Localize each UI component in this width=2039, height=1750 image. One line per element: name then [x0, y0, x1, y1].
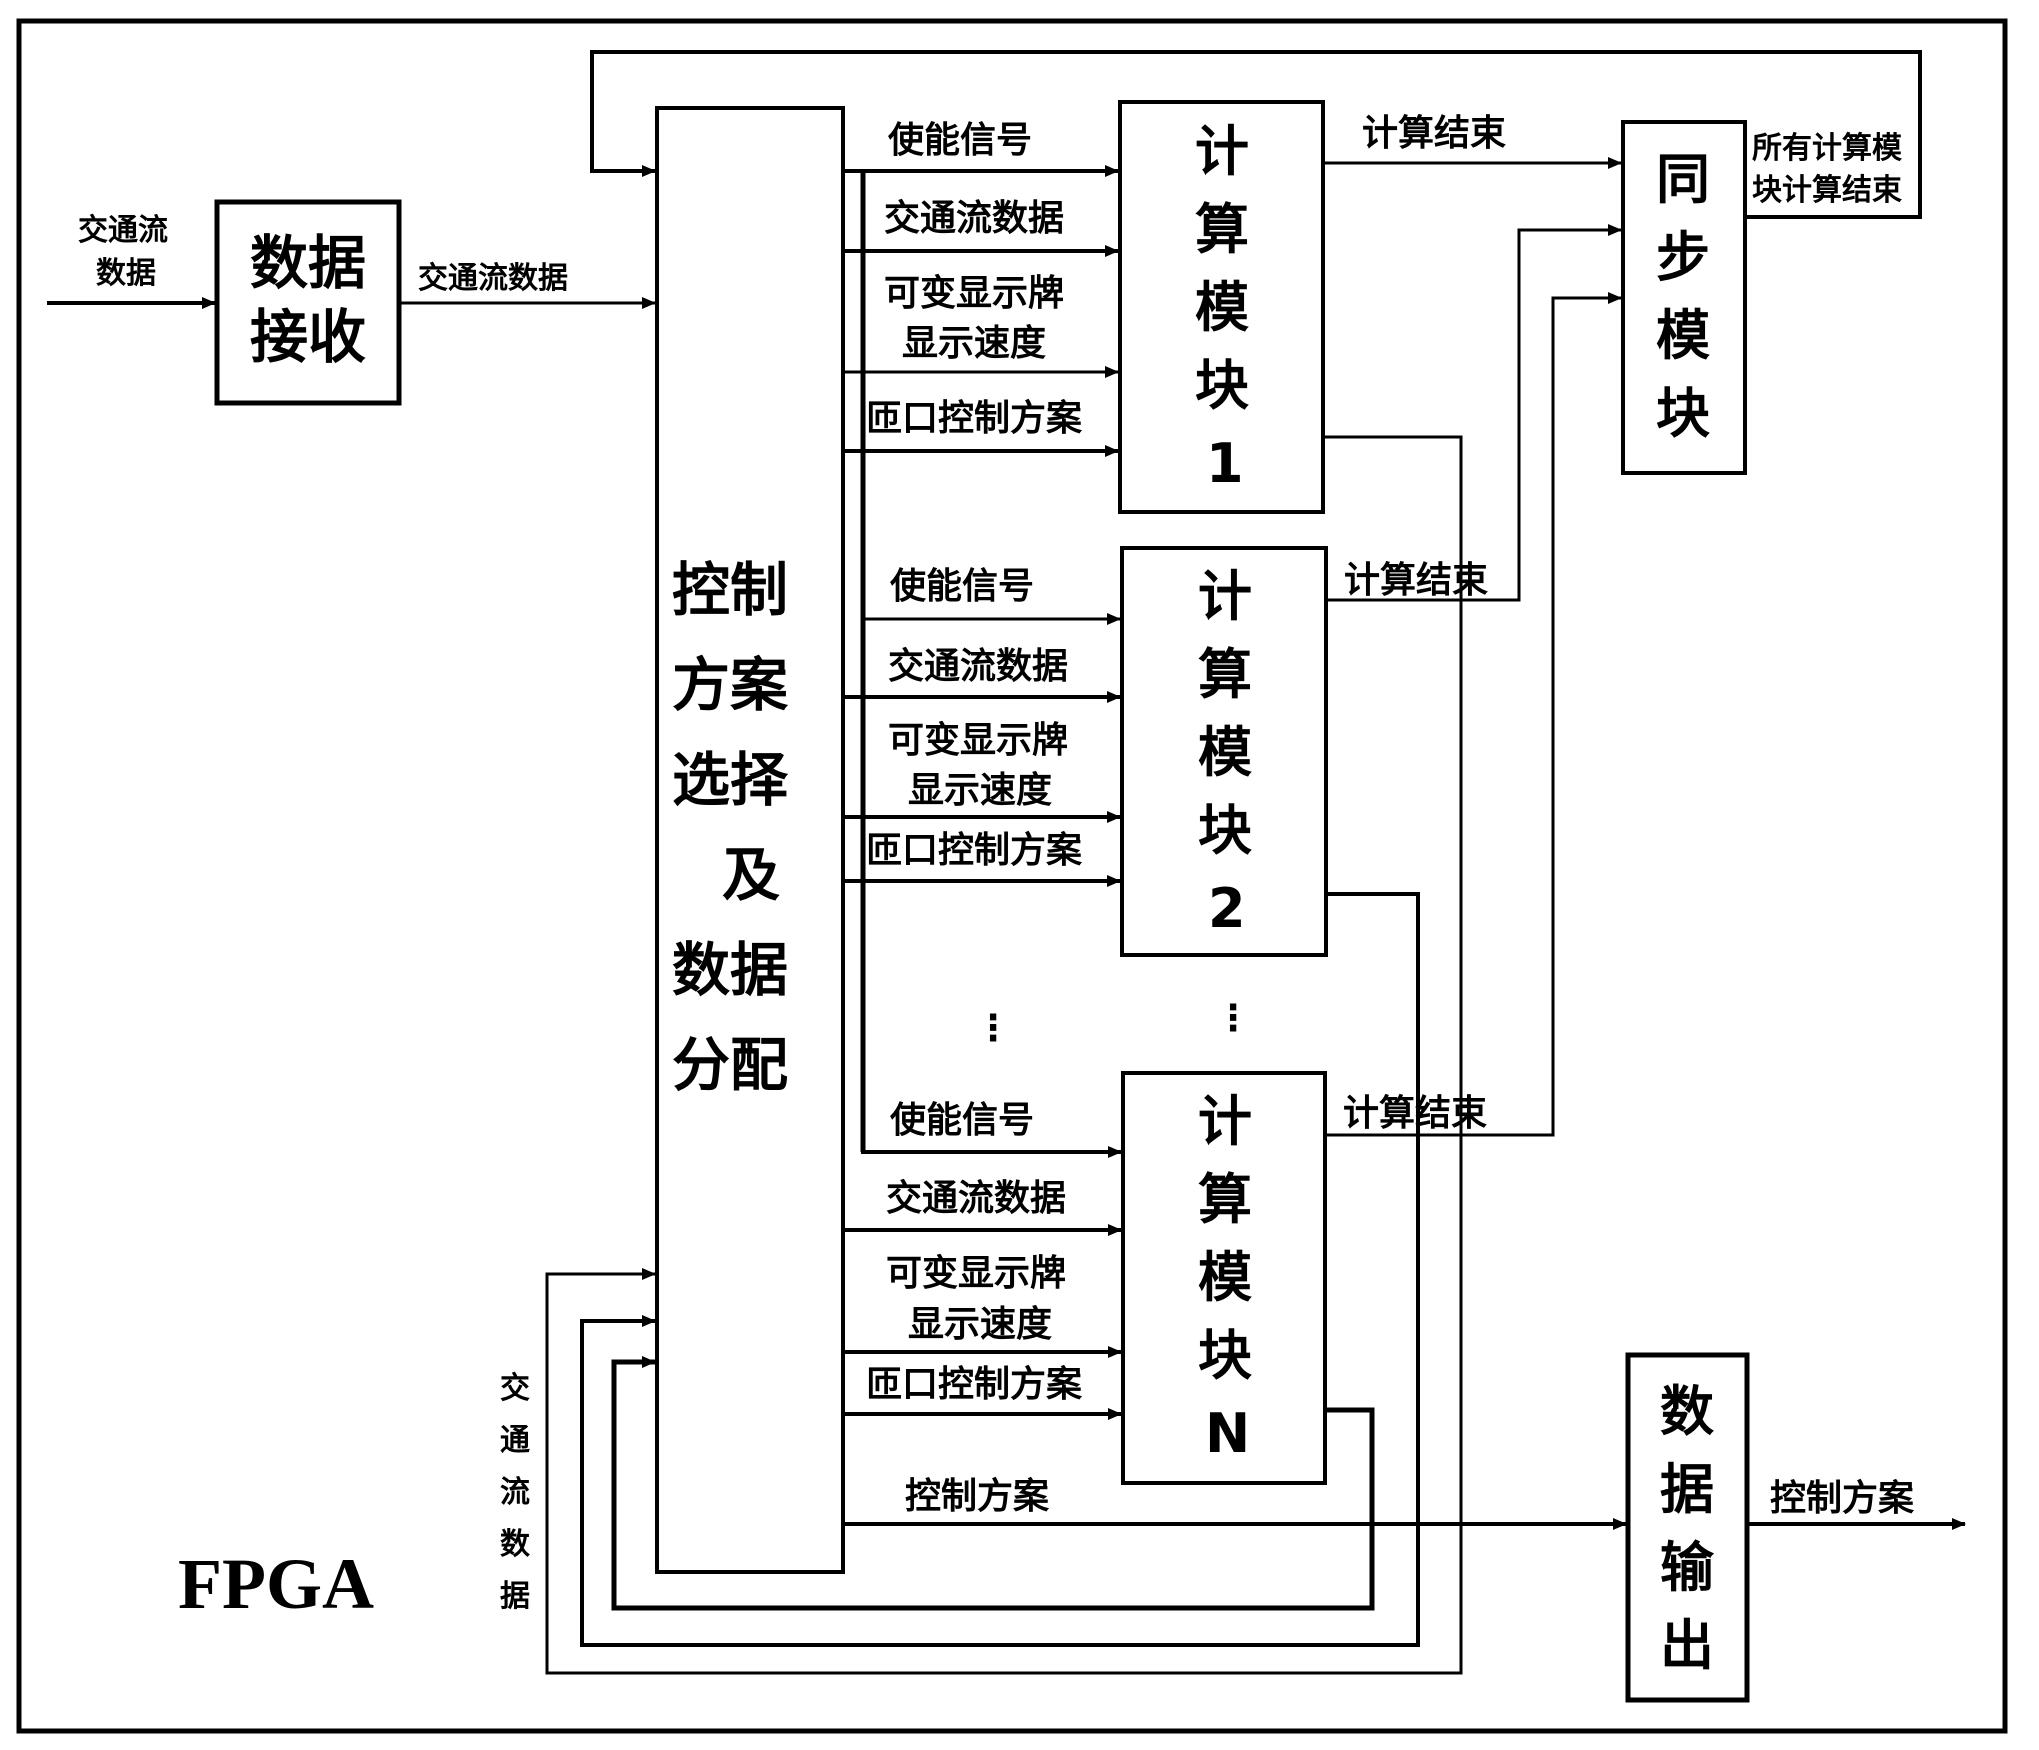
m2-done-line — [1326, 224, 1622, 602]
ellipsis-left: ⋮ — [975, 1008, 1011, 1049]
mN-vms-label-2: 显示速度 — [908, 1304, 1052, 1345]
m1-id: 1 — [1206, 432, 1244, 495]
mN-char-3: 模 — [1198, 1246, 1252, 1309]
m1-char-4: 块 — [1195, 354, 1249, 417]
all-done-loop — [590, 50, 1922, 219]
mN-enable-label: 使能信号 — [890, 1100, 1034, 1141]
m1-ramp-label: 匝口控制方案 — [866, 398, 1083, 439]
sync-char-1: 同 — [1656, 148, 1710, 211]
all-done-label-1: 所有计算模 — [1752, 131, 1902, 166]
feedback-label-1: 交 — [500, 1371, 530, 1406]
fpga-block-diagram: FPGA 交通流 数据 数据 接收 交通流数据 控制 方案 选择 及 数据 分配… — [16, 18, 2008, 1734]
mN-done-line — [1325, 292, 1622, 1137]
m2-enable-label: 使能信号 — [890, 566, 1034, 607]
m2-ramp-label: 匝口控制方案 — [866, 830, 1083, 871]
feedback-label-3: 流 — [500, 1475, 530, 1510]
m1-vms-label-2: 显示速度 — [902, 323, 1046, 364]
m2-done-label: 计算结束 — [1344, 560, 1488, 601]
data-output-char-4: 出 — [1660, 1614, 1714, 1677]
m2-id: 2 — [1208, 877, 1246, 940]
m1-char-1: 计 — [1195, 120, 1249, 183]
data-output-char-2: 据 — [1660, 1458, 1714, 1521]
m2-char-1: 计 — [1198, 565, 1252, 628]
feedback-label-5: 据 — [500, 1579, 530, 1614]
traffic-data-label: 交通流数据 — [418, 261, 568, 296]
mN-traffic-label: 交通流数据 — [886, 1177, 1066, 1219]
m2-char-2: 算 — [1198, 643, 1252, 706]
m2-vms-label-1: 可变显示牌 — [888, 719, 1068, 761]
m2-vms-label-2: 显示速度 — [908, 770, 1052, 811]
output-label: 控制方案 — [1770, 1478, 1915, 1519]
all-done-label-2: 块计算结束 — [1752, 173, 1902, 208]
feedback-label-2: 通 — [500, 1423, 530, 1458]
input-label-line1: 交通流 — [78, 213, 168, 248]
mN-done-label: 计算结束 — [1343, 1093, 1487, 1134]
fpga-label: FPGA — [178, 1544, 374, 1624]
control-select-label-2: 方案 — [672, 651, 789, 719]
data-receive-label-line1: 数据 — [250, 229, 366, 297]
ellipsis-right: ⋮ — [1215, 998, 1251, 1039]
control-select-block — [655, 106, 845, 1574]
m1-enable-label: 使能信号 — [888, 120, 1032, 161]
m1-vms-label-1: 可变显示牌 — [884, 272, 1064, 314]
mN-ramp-label: 匝口控制方案 — [866, 1364, 1083, 1405]
data-receive-label-line2: 接收 — [250, 303, 366, 371]
data-output-char-1: 数 — [1660, 1380, 1714, 1443]
control-select-label-4: 及 — [722, 841, 780, 909]
control-select-label-1: 控制 — [672, 556, 788, 624]
mN-char-1: 计 — [1198, 1090, 1252, 1153]
control-select-label-5: 数据 — [672, 936, 788, 1004]
mN-vms-label-1: 可变显示牌 — [886, 1252, 1066, 1294]
mN-char-4: 块 — [1198, 1324, 1252, 1387]
feedback-label-4: 数 — [500, 1527, 531, 1562]
m1-char-2: 算 — [1195, 198, 1249, 261]
control-plan-label: 控制方案 — [905, 1476, 1050, 1517]
data-output-char-3: 输 — [1660, 1536, 1715, 1599]
m1-traffic-label: 交通流数据 — [884, 197, 1064, 239]
m2-char-3: 模 — [1198, 721, 1252, 784]
m1-char-3: 模 — [1195, 276, 1249, 339]
mN-id: N — [1205, 1402, 1250, 1465]
m1-done-label: 计算结束 — [1362, 113, 1506, 154]
sync-char-3: 模 — [1656, 304, 1710, 367]
control-select-label-6: 分配 — [672, 1031, 788, 1099]
mN-char-2: 算 — [1198, 1168, 1252, 1231]
m2-char-4: 块 — [1198, 799, 1252, 862]
input-label-line2: 数据 — [96, 256, 156, 291]
control-select-label-3: 选择 — [672, 746, 789, 814]
m2-traffic-label: 交通流数据 — [888, 645, 1068, 687]
sync-char-4: 块 — [1656, 382, 1710, 445]
sync-char-2: 步 — [1656, 226, 1710, 289]
